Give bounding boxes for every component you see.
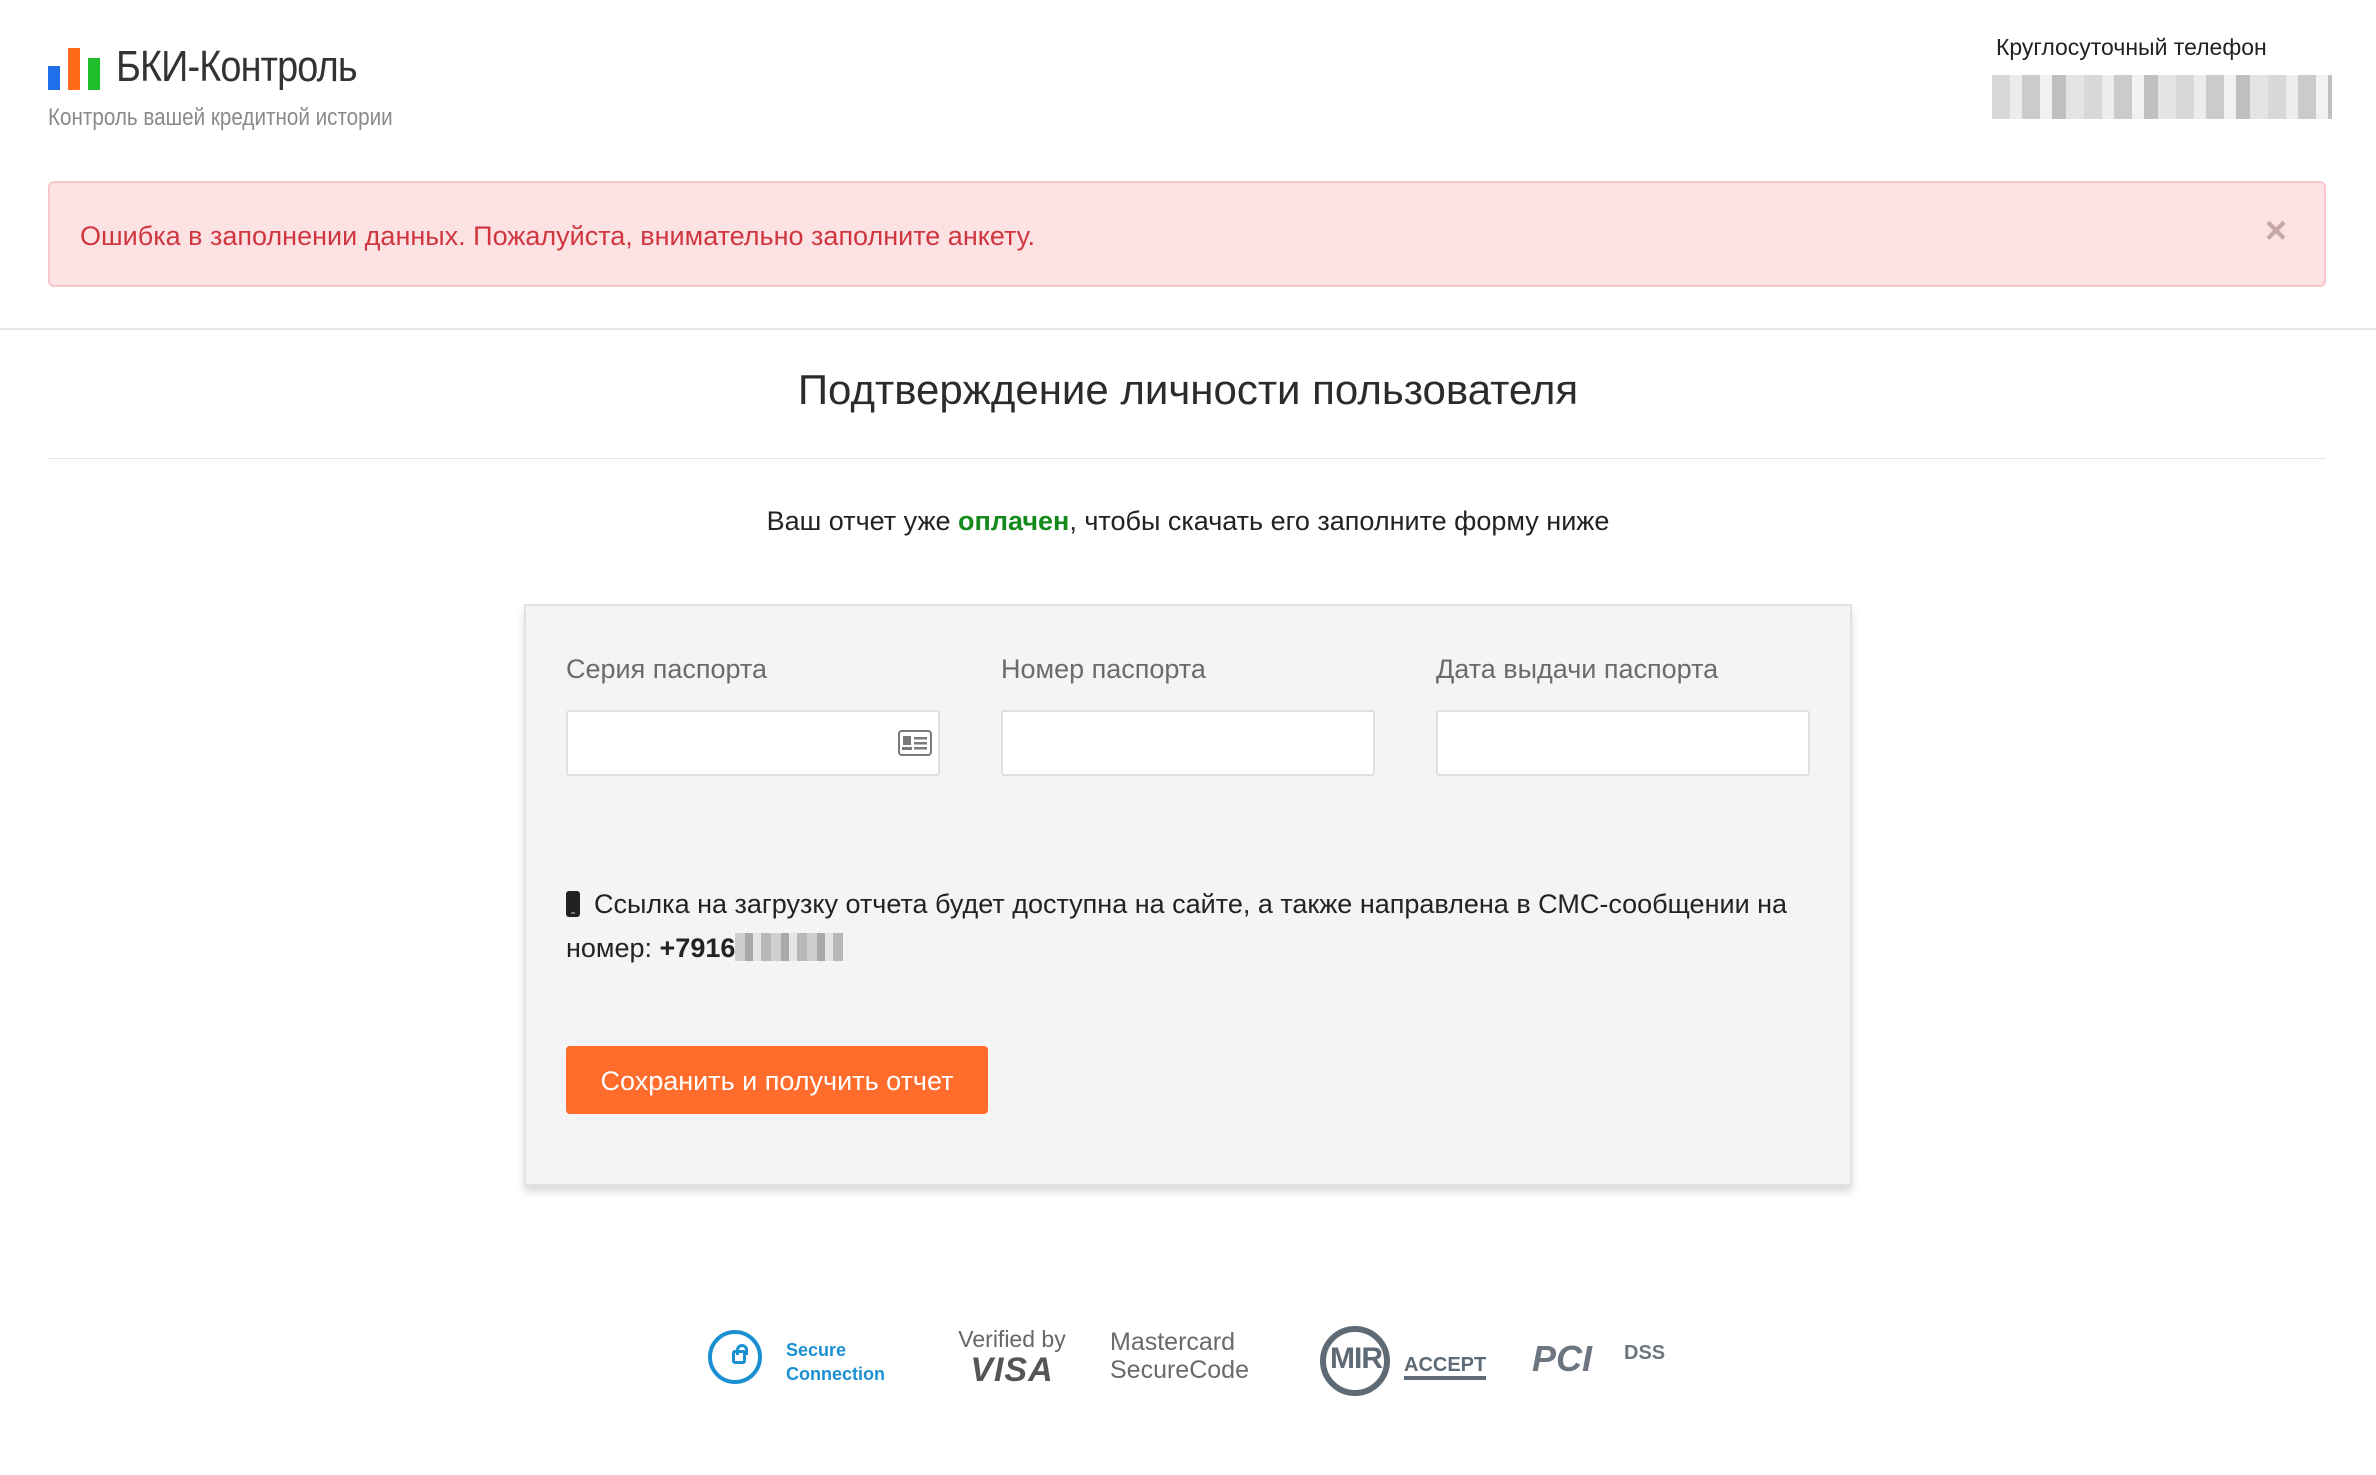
securecode-text: SecureCode (1110, 1356, 1249, 1384)
subtitle-text-before: Ваш отчет уже (766, 506, 959, 536)
passport-issue-date-field: Дата выдачи паспорта (1436, 654, 1810, 776)
page-subtitle: Ваш отчет уже оплачен, чтобы скачать его… (0, 506, 2376, 537)
pci-dss-text: DSS (1624, 1342, 1666, 1364)
passport-series-field: Серия паспорта (566, 654, 940, 776)
passport-number-label: Номер паспорта (1001, 654, 1206, 684)
secure-line-1: Secure (786, 1340, 847, 1360)
id-card-icon (898, 730, 932, 756)
mastercard-securecode-badge: Mastercard SecureCode (1110, 1320, 1270, 1410)
passport-issue-date-input-wrapper (1436, 710, 1810, 776)
mobile-phone-icon (566, 891, 580, 917)
save-and-get-report-button[interactable]: Сохранить и получить отчет (566, 1046, 988, 1114)
support-phone-block: Круглосуточный телефон (1992, 34, 2332, 119)
page-title: Подтверждение личности пользователя (797, 366, 1579, 413)
sms-phone-number-redacted (735, 933, 844, 961)
mir-logo-text: MIR (1330, 1342, 1383, 1375)
sms-phone-number: +7916 (659, 933, 736, 963)
support-phone-number-redacted (1992, 75, 2332, 119)
passport-issue-date-input[interactable] (1438, 712, 1808, 774)
verified-by-visa-badge: Verified by VISA (942, 1320, 1082, 1410)
logo-title: БКИ-Контроль (116, 42, 358, 91)
passport-series-input[interactable] (568, 712, 938, 774)
mir-accept-badge: MIR ACCEPT (1320, 1320, 1490, 1410)
subtitle-text-after: , чтобы скачать его заполните форму ниже (1069, 506, 1610, 536)
passport-series-input-wrapper (566, 710, 940, 776)
secure-connection-text: Secure Connection (786, 1338, 885, 1386)
sms-notice: Ссылка на загрузку отчета будет доступна… (566, 882, 1816, 970)
site-logo[interactable]: БКИ-Контроль Контроль вашей кредитной ис… (48, 42, 393, 142)
passport-number-field: Номер паспорта (1001, 654, 1375, 776)
error-alert: Ошибка в заполнении данных. Пожалуйста, … (48, 181, 2326, 287)
pci-logo-text: PCI (1532, 1338, 1593, 1379)
passport-number-input[interactable] (1003, 712, 1373, 774)
passport-number-input-wrapper (1001, 710, 1375, 776)
visa-top-text: Verified by (958, 1326, 1066, 1352)
secure-line-2: Connection (786, 1364, 885, 1384)
passport-series-label: Серия паспорта (566, 654, 768, 684)
site-header: БКИ-Контроль Контроль вашей кредитной ис… (0, 0, 2376, 160)
header-divider (0, 328, 2376, 330)
logo-bars-icon (48, 48, 104, 90)
payment-security-badges: Secure Connection Verified by VISA Maste… (692, 1320, 1684, 1410)
logo-bar-blue (48, 66, 60, 90)
support-phone-label: Круглосуточный телефон (1996, 34, 2267, 60)
lock-icon (708, 1330, 762, 1384)
title-divider (48, 458, 2326, 459)
logo-subtitle: Контроль вашей кредитной истории (48, 104, 393, 131)
visa-logo-text: VISA (970, 1351, 1054, 1389)
passport-form-card: Серия паспорта Номер паспорта Дата выдач… (524, 604, 1852, 1186)
mastercard-text: Mastercard (1110, 1328, 1236, 1356)
pci-dss-badge: PCI DSS (1532, 1320, 1682, 1410)
logo-bar-green (88, 58, 100, 90)
logo-bar-orange (68, 48, 80, 90)
error-alert-message: Ошибка в заполнении данных. Пожалуйста, … (80, 221, 1035, 251)
mir-accept-text: ACCEPT (1404, 1354, 1487, 1380)
passport-issue-date-label: Дата выдачи паспорта (1436, 654, 1719, 684)
close-icon[interactable]: × (2256, 211, 2296, 251)
secure-connection-badge: Secure Connection (700, 1320, 900, 1410)
subtitle-paid-highlight: оплачен (958, 506, 1070, 536)
